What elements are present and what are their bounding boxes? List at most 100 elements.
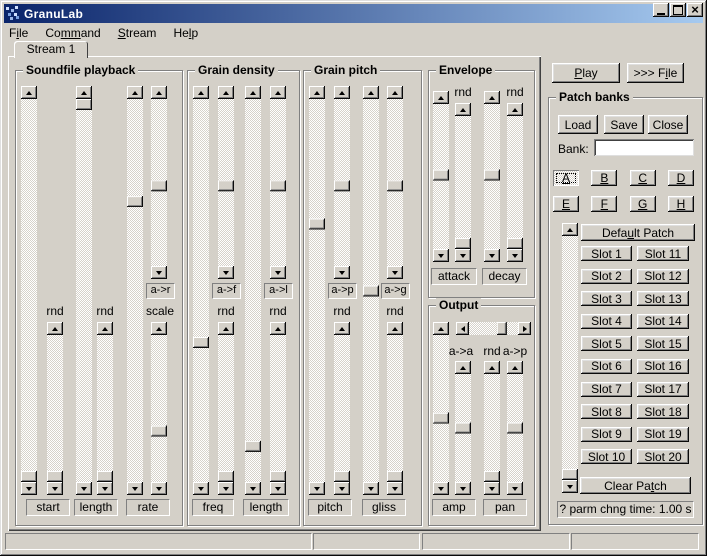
length-main-track[interactable]: [76, 99, 92, 482]
bank-button-c[interactable]: C: [630, 170, 656, 186]
slot-button-20[interactable]: Slot 20: [637, 449, 689, 464]
pan-a-thumb[interactable]: [507, 423, 523, 434]
freq-rnd-decrement-button[interactable]: [218, 322, 234, 335]
attack-main-thumb[interactable]: [433, 170, 449, 181]
glen-rnd-track[interactable]: [270, 335, 286, 482]
pan-rnd-slider[interactable]: [484, 361, 500, 495]
menu-item-command[interactable]: Command: [42, 25, 103, 41]
patch-scroll-decrement-button[interactable]: [562, 223, 578, 236]
gliss-rnd-track[interactable]: [387, 335, 403, 482]
bank-button-b[interactable]: B: [591, 170, 617, 186]
pan-a-decrement-button[interactable]: [507, 361, 523, 374]
gliss-main-track[interactable]: [363, 99, 379, 482]
pitch-main-increment-button[interactable]: [309, 482, 325, 495]
slot-button-7[interactable]: Slot 7: [581, 382, 632, 397]
a-p-thumb[interactable]: [334, 180, 350, 191]
load-button[interactable]: Load: [558, 115, 598, 134]
minimize-button[interactable]: [653, 3, 669, 17]
gliss-rnd-thumb[interactable]: [387, 471, 403, 482]
start-main-track[interactable]: [21, 99, 37, 482]
attack-rnd-increment-button[interactable]: [455, 249, 471, 262]
slot-button-6[interactable]: Slot 6: [581, 359, 632, 374]
a-l-thumb[interactable]: [270, 180, 286, 191]
close-bank-button[interactable]: Close: [648, 115, 688, 134]
scale-slider[interactable]: [151, 322, 167, 495]
slot-button-14[interactable]: Slot 14: [637, 314, 689, 329]
pitch-main-slider[interactable]: [309, 86, 325, 495]
attack-rnd-slider[interactable]: [455, 103, 471, 262]
slot-button-5[interactable]: Slot 5: [581, 336, 632, 351]
pan-rnd-increment-button[interactable]: [484, 482, 500, 495]
slot-button-3[interactable]: Slot 3: [581, 291, 632, 306]
pan-main-increment-button[interactable]: [518, 322, 531, 335]
pitch-rnd-decrement-button[interactable]: [334, 322, 350, 335]
slot-button-19[interactable]: Slot 19: [637, 427, 689, 442]
freq-rnd-slider[interactable]: [218, 322, 234, 495]
slot-button-8[interactable]: Slot 8: [581, 404, 632, 419]
a-r-thumb[interactable]: [151, 180, 167, 191]
a-l-slider[interactable]: [270, 86, 286, 279]
start-rnd-decrement-button[interactable]: [47, 322, 63, 335]
gliss-main-decrement-button[interactable]: [363, 86, 379, 99]
default-patch-button[interactable]: Default Patch: [581, 224, 695, 241]
clear-patch-button[interactable]: Clear Patch: [580, 477, 691, 494]
decay-main-track[interactable]: [484, 104, 500, 249]
attack-main-slider[interactable]: [433, 91, 449, 262]
glen-main-increment-button[interactable]: [245, 482, 261, 495]
a-r-slider[interactable]: [151, 86, 167, 279]
slot-button-2[interactable]: Slot 2: [581, 269, 632, 284]
decay-rnd-track[interactable]: [507, 116, 523, 249]
pan-a-slider[interactable]: [507, 361, 523, 495]
amp-a-track[interactable]: [455, 374, 471, 482]
slot-button-18[interactable]: Slot 18: [637, 404, 689, 419]
start-rnd-thumb[interactable]: [47, 471, 63, 482]
glen-rnd-thumb[interactable]: [270, 471, 286, 482]
decay-rnd-increment-button[interactable]: [507, 249, 523, 262]
decay-rnd-decrement-button[interactable]: [507, 103, 523, 116]
a-r-track[interactable]: [151, 99, 167, 266]
freq-main-decrement-button[interactable]: [193, 86, 209, 99]
glen-main-thumb[interactable]: [245, 441, 261, 452]
gliss-rnd-decrement-button[interactable]: [387, 322, 403, 335]
pitch-main-track[interactable]: [309, 99, 325, 482]
menu-item-stream[interactable]: Stream: [115, 25, 160, 41]
a-f-slider[interactable]: [218, 86, 234, 279]
start-main-increment-button[interactable]: [21, 482, 37, 495]
rate-main-decrement-button[interactable]: [127, 86, 143, 99]
pitch-rnd-increment-button[interactable]: [334, 482, 350, 495]
a-g-slider[interactable]: [387, 86, 403, 279]
gliss-main-increment-button[interactable]: [363, 482, 379, 495]
a-p-track[interactable]: [334, 99, 350, 266]
pan-main-decrement-button[interactable]: [456, 322, 469, 335]
amp-main-decrement-button[interactable]: [433, 322, 449, 335]
menu-item-file[interactable]: File: [6, 25, 31, 41]
pan-main-slider[interactable]: [456, 322, 531, 335]
a-l-increment-button[interactable]: [270, 266, 286, 279]
amp-a-slider[interactable]: [455, 361, 471, 495]
bank-button-e[interactable]: E: [553, 196, 579, 212]
scale-thumb[interactable]: [151, 426, 167, 437]
pitch-rnd-slider[interactable]: [334, 322, 350, 495]
length-main-thumb[interactable]: [76, 99, 92, 110]
amp-a-increment-button[interactable]: [455, 482, 471, 495]
bank-button-d[interactable]: D: [668, 170, 694, 186]
freq-rnd-track[interactable]: [218, 335, 234, 482]
length-rnd-thumb[interactable]: [97, 471, 113, 482]
gliss-rnd-increment-button[interactable]: [387, 482, 403, 495]
decay-rnd-thumb[interactable]: [507, 238, 523, 249]
freq-rnd-thumb[interactable]: [218, 471, 234, 482]
titlebar[interactable]: GranuLab: [4, 4, 703, 23]
decay-main-increment-button[interactable]: [484, 249, 500, 262]
glen-main-slider[interactable]: [245, 86, 261, 495]
start-main-decrement-button[interactable]: [21, 86, 37, 99]
glen-rnd-slider[interactable]: [270, 322, 286, 495]
a-p-increment-button[interactable]: [334, 266, 350, 279]
slot-button-13[interactable]: Slot 13: [637, 291, 689, 306]
rate-main-increment-button[interactable]: [127, 482, 143, 495]
slot-button-15[interactable]: Slot 15: [637, 336, 689, 351]
pan-main-thumb[interactable]: [497, 322, 507, 335]
to-file-button[interactable]: >>> File: [627, 63, 684, 83]
rate-main-track[interactable]: [127, 99, 143, 482]
decay-main-slider[interactable]: [484, 91, 500, 262]
slot-button-17[interactable]: Slot 17: [637, 382, 689, 397]
